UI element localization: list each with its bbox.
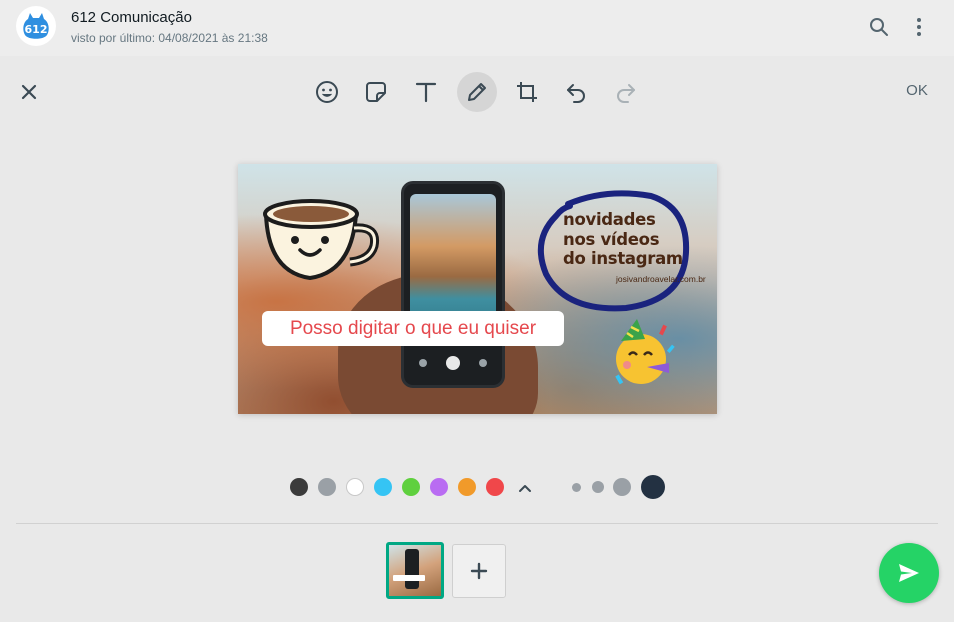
color-swatch-gray[interactable]: [318, 478, 336, 496]
coffee-mug-sticker[interactable]: [258, 192, 383, 284]
promo-text: novidades nos vídeos do instagram: [563, 210, 683, 269]
image-canvas[interactable]: novidades nos vídeos do instagram josiva…: [238, 164, 717, 414]
close-icon: [21, 84, 37, 100]
text-sticker[interactable]: Posso digitar o que eu quiser: [262, 311, 564, 346]
color-swatch-green[interactable]: [402, 478, 420, 496]
color-swatch-red[interactable]: [486, 478, 504, 496]
sticker-icon: [366, 82, 386, 102]
sticker-tool-button[interactable]: [356, 72, 396, 112]
undo-button[interactable]: [556, 72, 596, 112]
expand-palette-button[interactable]: [515, 478, 535, 498]
phone-camera-bar: [410, 350, 496, 376]
add-media-button[interactable]: [452, 544, 506, 598]
text-icon: [415, 82, 437, 103]
promo-line-2: nos vídeos: [563, 229, 660, 249]
chat-header: 612 612 Comunicação visto por último: 04…: [0, 0, 954, 56]
emoji-tool-button[interactable]: [307, 72, 347, 112]
brush-size-large[interactable]: [613, 478, 631, 496]
color-swatch-orange[interactable]: [458, 478, 476, 496]
phone-photo: [401, 181, 505, 388]
avatar-label: 612: [25, 23, 48, 36]
divider: [16, 523, 938, 524]
text-tool-button[interactable]: [406, 72, 446, 112]
close-button[interactable]: [9, 72, 49, 112]
draw-tool-button[interactable]: [457, 72, 497, 112]
kebab-menu-icon: [917, 18, 921, 36]
color-swatch-dark-gray[interactable]: [290, 478, 308, 496]
avatar-logo: 612: [23, 13, 49, 39]
redo-button[interactable]: [606, 72, 646, 112]
thumbnail-text: [393, 575, 425, 581]
brush-size-xlarge-selected[interactable]: [641, 475, 665, 499]
redo-icon: [617, 84, 635, 103]
color-swatch-white[interactable]: [346, 478, 364, 496]
search-icon: [870, 18, 888, 36]
send-button[interactable]: [879, 543, 939, 603]
undo-icon: [567, 84, 585, 103]
chevron-up-icon: [519, 485, 531, 492]
plus-icon: [470, 562, 488, 580]
color-swatch-purple[interactable]: [430, 478, 448, 496]
pencil-icon: [468, 83, 486, 101]
promo-line-1: novidades: [563, 210, 656, 229]
send-icon: [899, 564, 919, 582]
promo-line-3: do instagram: [563, 249, 683, 268]
emoji-icon: [316, 81, 338, 103]
ok-button[interactable]: OK: [896, 82, 938, 102]
last-seen-status: visto por último: 04/08/2021 às 21:38: [71, 31, 268, 45]
menu-button[interactable]: [906, 14, 932, 40]
color-swatch-blue[interactable]: [374, 478, 392, 496]
thumbnail-phone: [405, 549, 419, 589]
media-thumbnail-selected[interactable]: [386, 542, 444, 599]
brush-size-medium[interactable]: [592, 481, 604, 493]
party-face-emoji[interactable]: [611, 319, 679, 389]
promo-url: josivandroavelar.com.br: [616, 274, 706, 284]
avatar[interactable]: 612: [16, 6, 56, 46]
brush-size-small[interactable]: [572, 483, 581, 492]
crop-tool-button[interactable]: [507, 72, 547, 112]
chat-name[interactable]: 612 Comunicação: [71, 9, 192, 26]
search-button[interactable]: [866, 14, 892, 40]
crop-icon: [517, 82, 537, 102]
